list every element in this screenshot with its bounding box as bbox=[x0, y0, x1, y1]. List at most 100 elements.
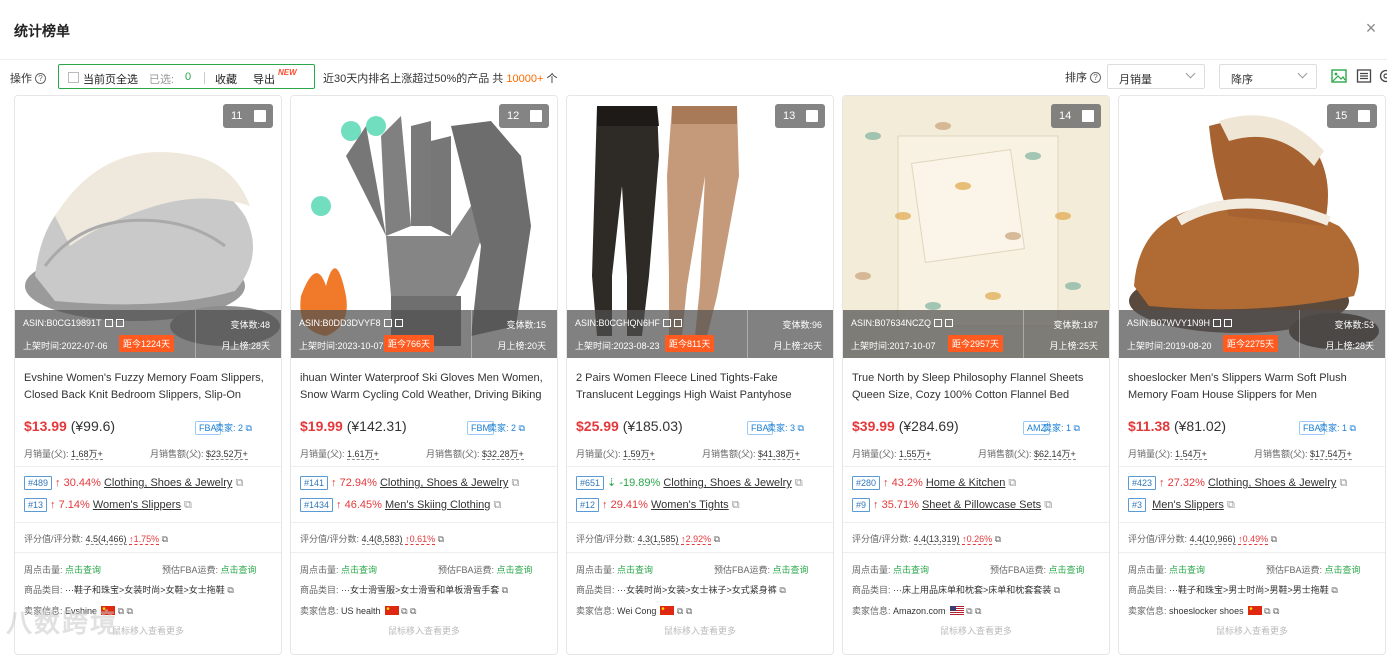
category-link[interactable]: Home & Kitchen bbox=[926, 477, 1005, 489]
external-link-icon[interactable] bbox=[1224, 319, 1232, 327]
sort-field-select[interactable]: 月销量 bbox=[1107, 64, 1205, 89]
category-link[interactable]: Sheet & Pillowcase Sets bbox=[922, 499, 1041, 511]
category-link[interactable]: Clothing, Shoes & Jewelry bbox=[104, 477, 232, 489]
help-icon[interactable]: ? bbox=[1090, 72, 1101, 83]
external-link-icon[interactable]: ⧉ bbox=[410, 606, 416, 616]
seller-count[interactable]: 卖家: 2 ⧉ bbox=[215, 421, 252, 434]
product-card[interactable]: 13 ASIN:B0CGHQN6HF 变体数:96 上架时间:2023-08-2… bbox=[566, 95, 834, 655]
copy-icon[interactable] bbox=[105, 319, 113, 327]
external-link-icon[interactable]: ⧉ bbox=[162, 534, 168, 544]
seller-name[interactable]: Wei Cong bbox=[617, 606, 656, 616]
external-link-icon[interactable] bbox=[395, 319, 403, 327]
external-link-icon[interactable]: ⧉ bbox=[511, 477, 519, 489]
external-link-icon[interactable] bbox=[674, 319, 682, 327]
query-link[interactable]: 点击查询 bbox=[1169, 565, 1205, 575]
select-all-checkbox[interactable] bbox=[68, 72, 79, 83]
seller-count[interactable]: 卖家: 2 ⧉ bbox=[488, 421, 525, 434]
product-title[interactable]: True North by Sleep Philosophy Flannel S… bbox=[852, 370, 1100, 404]
seller-count[interactable]: 卖家: 1 ⧉ bbox=[1319, 421, 1356, 434]
query-link[interactable]: 点击查询 bbox=[893, 565, 929, 575]
category-link[interactable]: Men's Skiing Clothing bbox=[385, 499, 490, 511]
category-link[interactable]: Clothing, Shoes & Jewelry bbox=[1208, 477, 1336, 489]
external-link-icon[interactable]: ⧉ bbox=[1273, 606, 1279, 616]
product-card[interactable]: 11 ASIN:B0CG19891T 变体数:48 上架时间:2022-07-0… bbox=[14, 95, 282, 655]
external-link-icon[interactable]: ⧉ bbox=[127, 606, 133, 616]
seller-name[interactable]: US health bbox=[341, 606, 381, 616]
select-checkbox[interactable] bbox=[806, 110, 818, 122]
external-link-icon[interactable]: ⧉ bbox=[995, 534, 1001, 544]
external-link-icon[interactable]: ⧉ bbox=[1271, 534, 1277, 544]
select-checkbox[interactable] bbox=[254, 110, 266, 122]
product-card[interactable]: 15 ASIN:B07WVY1N9H 变体数:53 上架时间:2019-08-2… bbox=[1118, 95, 1386, 655]
product-image[interactable]: 13 ASIN:B0CGHQN6HF 变体数:96 上架时间:2023-08-2… bbox=[567, 96, 833, 358]
product-image[interactable]: 11 ASIN:B0CG19891T 变体数:48 上架时间:2022-07-0… bbox=[15, 96, 281, 358]
list-view-icon[interactable] bbox=[1356, 68, 1372, 84]
product-card[interactable]: 14 ASIN:B07634NCZQ 变体数:187 上架时间:2017-10-… bbox=[842, 95, 1110, 655]
product-title[interactable]: shoeslocker Men's Slippers Warm Soft Plu… bbox=[1128, 370, 1376, 404]
external-link-icon[interactable]: ⧉ bbox=[1044, 499, 1052, 511]
fba-fee-link[interactable]: 点击查询 bbox=[221, 565, 257, 575]
sort-order-select[interactable]: 降序 bbox=[1219, 64, 1317, 89]
copy-icon[interactable] bbox=[934, 319, 942, 327]
copy-icon[interactable]: ⧉ bbox=[1054, 585, 1060, 595]
external-link-icon[interactable]: ⧉ bbox=[732, 499, 740, 511]
select-checkbox[interactable] bbox=[1082, 110, 1094, 122]
category-link[interactable]: Women's Slippers bbox=[93, 499, 181, 511]
copy-icon[interactable]: ⧉ bbox=[401, 606, 407, 616]
external-link-icon[interactable]: ⧉ bbox=[686, 606, 692, 616]
product-image[interactable]: 12 ASIN:B0DD3DVYF8 变体数:15 上架时间:2023-10-0… bbox=[291, 96, 557, 358]
seller-name[interactable]: Amazon.com bbox=[893, 606, 946, 616]
copy-icon[interactable]: ⧉ bbox=[677, 606, 683, 616]
category-link[interactable]: Women's Tights bbox=[651, 499, 729, 511]
category-link[interactable]: Clothing, Shoes & Jewelry bbox=[663, 477, 791, 489]
copy-icon[interactable]: ⧉ bbox=[1264, 606, 1270, 616]
settings-icon[interactable] bbox=[1378, 68, 1387, 84]
seller-name[interactable]: shoeslocker shoes bbox=[1169, 606, 1244, 616]
external-link-icon[interactable]: ⧉ bbox=[493, 499, 501, 511]
help-icon[interactable]: ? bbox=[35, 73, 46, 84]
image-view-icon[interactable] bbox=[1331, 68, 1347, 84]
close-icon[interactable]: × bbox=[1363, 20, 1379, 36]
copy-icon[interactable]: ⧉ bbox=[779, 585, 785, 595]
fba-fee-link[interactable]: 点击查询 bbox=[773, 565, 809, 575]
external-link-icon[interactable]: ⧉ bbox=[184, 499, 192, 511]
external-link-icon[interactable]: ⧉ bbox=[975, 606, 981, 616]
external-link-icon[interactable]: ⧉ bbox=[438, 534, 444, 544]
category-link[interactable]: Clothing, Shoes & Jewelry bbox=[380, 477, 508, 489]
copy-icon[interactable]: ⧉ bbox=[1331, 585, 1337, 595]
external-link-icon[interactable] bbox=[116, 319, 124, 327]
external-link-icon[interactable]: ⧉ bbox=[1339, 477, 1347, 489]
seller-count[interactable]: 卖家: 3 ⧉ bbox=[767, 421, 804, 434]
product-image[interactable]: 15 ASIN:B07WVY1N9H 变体数:53 上架时间:2019-08-2… bbox=[1119, 96, 1385, 358]
copy-icon[interactable]: ⧉ bbox=[502, 585, 508, 595]
external-link-icon[interactable]: ⧉ bbox=[1008, 477, 1016, 489]
product-card[interactable]: 12 ASIN:B0DD3DVYF8 变体数:15 上架时间:2023-10-0… bbox=[290, 95, 558, 655]
copy-icon[interactable] bbox=[1213, 319, 1221, 327]
external-link-icon[interactable]: ⧉ bbox=[235, 477, 243, 489]
external-link-icon[interactable]: ⧉ bbox=[795, 477, 803, 489]
select-checkbox[interactable] bbox=[530, 110, 542, 122]
external-link-icon[interactable]: ⧉ bbox=[714, 534, 720, 544]
query-link[interactable]: 点击查询 bbox=[65, 565, 101, 575]
query-link[interactable]: 点击查询 bbox=[341, 565, 377, 575]
product-title[interactable]: Evshine Women's Fuzzy Memory Foam Slippe… bbox=[24, 370, 272, 404]
seller-count[interactable]: 卖家: 1 ⧉ bbox=[1043, 421, 1080, 434]
select-checkbox[interactable] bbox=[1358, 110, 1370, 122]
copy-icon[interactable] bbox=[384, 319, 392, 327]
copy-icon[interactable]: ⧉ bbox=[966, 606, 972, 616]
copy-icon[interactable]: ⧉ bbox=[227, 585, 233, 595]
copy-icon[interactable]: ⧉ bbox=[118, 606, 124, 616]
fba-fee-link[interactable]: 点击查询 bbox=[1325, 565, 1361, 575]
external-link-icon[interactable]: ⧉ bbox=[1227, 499, 1235, 511]
product-title[interactable]: ihuan Winter Waterproof Ski Gloves Men W… bbox=[300, 370, 548, 404]
query-link[interactable]: 点击查询 bbox=[617, 565, 653, 575]
copy-icon[interactable] bbox=[663, 319, 671, 327]
select-all-label[interactable]: 当前页全选 bbox=[83, 71, 138, 87]
fba-fee-link[interactable]: 点击查询 bbox=[497, 565, 533, 575]
export-button[interactable]: 导出 bbox=[253, 71, 275, 87]
category-link[interactable]: Men's Slippers bbox=[1152, 499, 1224, 511]
product-title[interactable]: 2 Pairs Women Fleece Lined Tights-Fake T… bbox=[576, 370, 824, 404]
fba-fee-link[interactable]: 点击查询 bbox=[1049, 565, 1085, 575]
product-image[interactable]: 14 ASIN:B07634NCZQ 变体数:187 上架时间:2017-10-… bbox=[843, 96, 1109, 358]
external-link-icon[interactable] bbox=[945, 319, 953, 327]
